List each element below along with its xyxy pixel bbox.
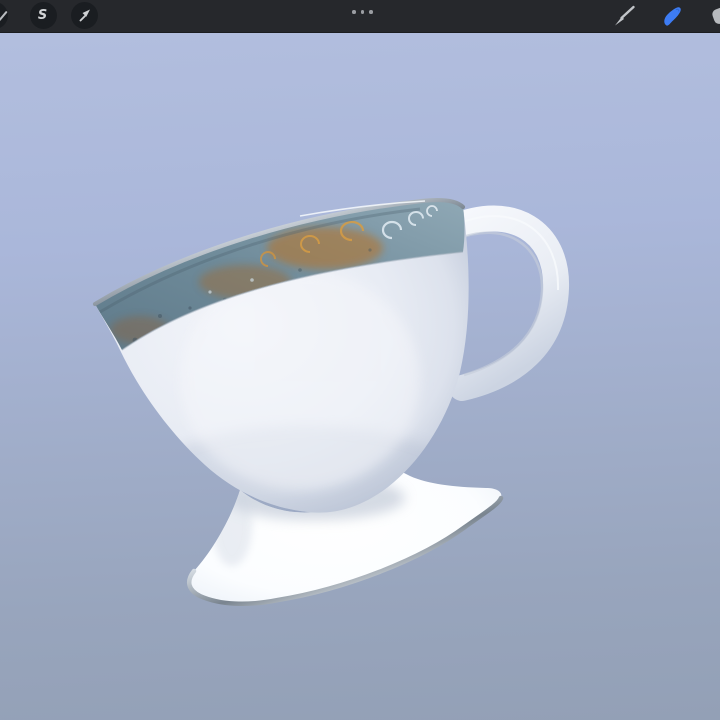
teacup-3d-render xyxy=(92,198,570,607)
selection-tool-button[interactable]: S xyxy=(30,2,57,29)
smudge-finger-icon xyxy=(664,7,681,26)
cup-handle xyxy=(439,205,570,401)
toolbar-drag-handle[interactable] xyxy=(352,8,373,16)
transform-arrow-icon xyxy=(79,9,90,22)
top-toolbar: S xyxy=(0,0,720,33)
smudge-tool-button[interactable] xyxy=(660,3,685,29)
canvas[interactable] xyxy=(0,32,720,720)
adjustments-tool-button[interactable] xyxy=(0,2,8,29)
magic-wand-icon xyxy=(0,10,8,21)
paint-tool-button[interactable] xyxy=(611,3,637,29)
paintbrush-icon xyxy=(615,5,635,26)
selection-s-icon: S xyxy=(37,8,48,23)
eraser-tool-button[interactable] xyxy=(710,5,720,26)
transform-tool-button[interactable] xyxy=(71,2,98,29)
ellipsis-drag-handle-icon xyxy=(352,10,356,14)
